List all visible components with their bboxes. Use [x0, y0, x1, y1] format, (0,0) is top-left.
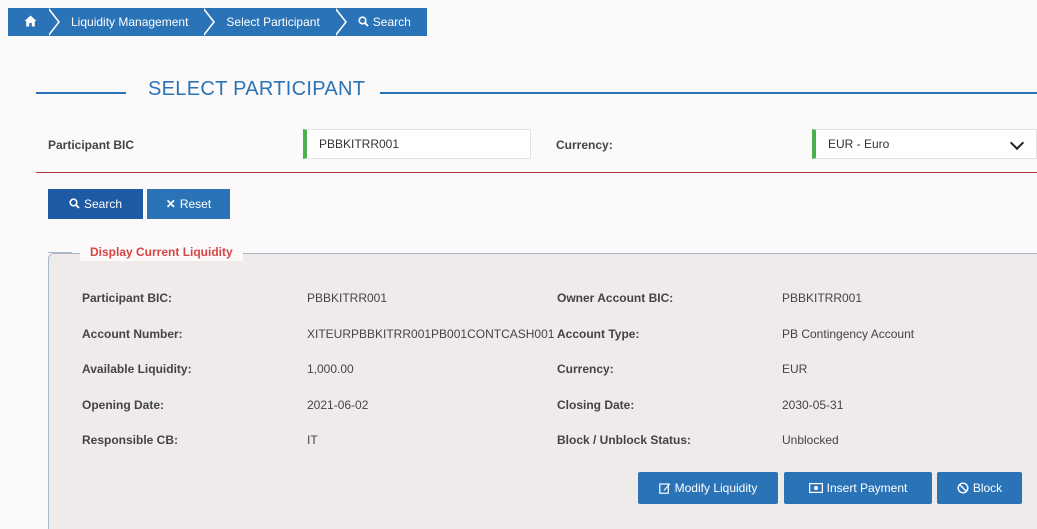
currency-select[interactable]: EUR - Euro — [812, 129, 1037, 159]
breadcrumb-label: Liquidity Management — [71, 15, 189, 29]
opening-date-label: Opening Date: — [82, 398, 165, 412]
modify-liquidity-label: Modify Liquidity — [674, 481, 758, 495]
search-icon — [358, 16, 369, 27]
responsible-cb-label: Responsible CB: — [82, 433, 179, 447]
breadcrumb-liquidity-management[interactable]: Liquidity Management — [47, 8, 216, 36]
participant-bic-info-value: PBBKITRR001 — [307, 291, 388, 305]
title-line-left — [36, 92, 126, 94]
breadcrumb-label: Select Participant — [226, 15, 320, 29]
reset-button-label: Reset — [179, 197, 212, 211]
section-header: SELECT PARTICIPANT — [36, 76, 1037, 106]
search-icon — [69, 198, 80, 209]
block-status-label: Block / Unblock Status: — [557, 433, 692, 447]
block-status-value: Unblocked — [782, 433, 839, 447]
search-button[interactable]: Search — [48, 189, 143, 219]
close-icon: ✕ — [165, 197, 176, 211]
breadcrumb-select-participant[interactable]: Select Participant — [202, 8, 348, 36]
account-type-value: PB Contingency Account — [782, 327, 915, 341]
form-divider — [36, 172, 1037, 173]
responsible-cb-value: IT — [307, 433, 318, 447]
currency-label: Currency: — [556, 138, 613, 152]
breadcrumb-search[interactable]: Search — [333, 8, 427, 36]
owner-account-bic-value: PBBKITRR001 — [782, 291, 863, 305]
participant-bic-info-label: Participant BIC: — [82, 291, 173, 305]
currency-info-label: Currency: — [557, 362, 614, 376]
available-liquidity-label: Available Liquidity: — [82, 362, 192, 376]
currency-selected-value: EUR - Euro — [828, 137, 890, 151]
available-liquidity-value: 1,000.00 — [307, 362, 354, 376]
edit-icon — [658, 483, 670, 494]
panel-legend-line — [48, 252, 72, 253]
opening-date-value: 2021-06-02 — [307, 398, 369, 412]
participant-bic-input[interactable] — [319, 131, 530, 157]
panel-title: Display Current Liquidity — [80, 243, 243, 261]
participant-bic-label: Participant BIC — [48, 138, 135, 152]
breadcrumb-label: Search — [372, 15, 411, 29]
account-type-label: Account Type: — [557, 327, 640, 341]
insert-payment-label: Insert Payment — [826, 481, 908, 495]
account-number-value: XITEURPBBKITRR001PB001CONTCASH001 — [307, 327, 555, 341]
owner-account-bic-label: Owner Account BIC: — [557, 291, 674, 305]
block-button[interactable]: Block — [937, 472, 1022, 504]
currency-info-value: EUR — [782, 362, 808, 376]
account-number-label: Account Number: — [82, 327, 183, 341]
modify-liquidity-button[interactable]: Modify Liquidity — [638, 472, 778, 504]
money-icon — [808, 483, 823, 493]
reset-button[interactable]: ✕ Reset — [147, 189, 230, 219]
block-label: Block — [972, 481, 1003, 495]
search-button-label: Search — [83, 197, 123, 211]
closing-date-label: Closing Date: — [557, 398, 635, 412]
breadcrumb: Liquidity Management Select Participant … — [8, 8, 427, 36]
page-title: SELECT PARTICIPANT — [148, 78, 366, 100]
ban-icon — [957, 482, 969, 494]
insert-payment-button[interactable]: Insert Payment — [784, 472, 932, 504]
home-icon — [24, 15, 37, 27]
breadcrumb-home[interactable] — [8, 8, 60, 36]
closing-date-value: 2030-05-31 — [782, 398, 844, 412]
title-line-right — [380, 92, 1037, 94]
chevron-down-icon[interactable] — [1009, 135, 1025, 151]
participant-bic-field[interactable] — [303, 129, 531, 159]
